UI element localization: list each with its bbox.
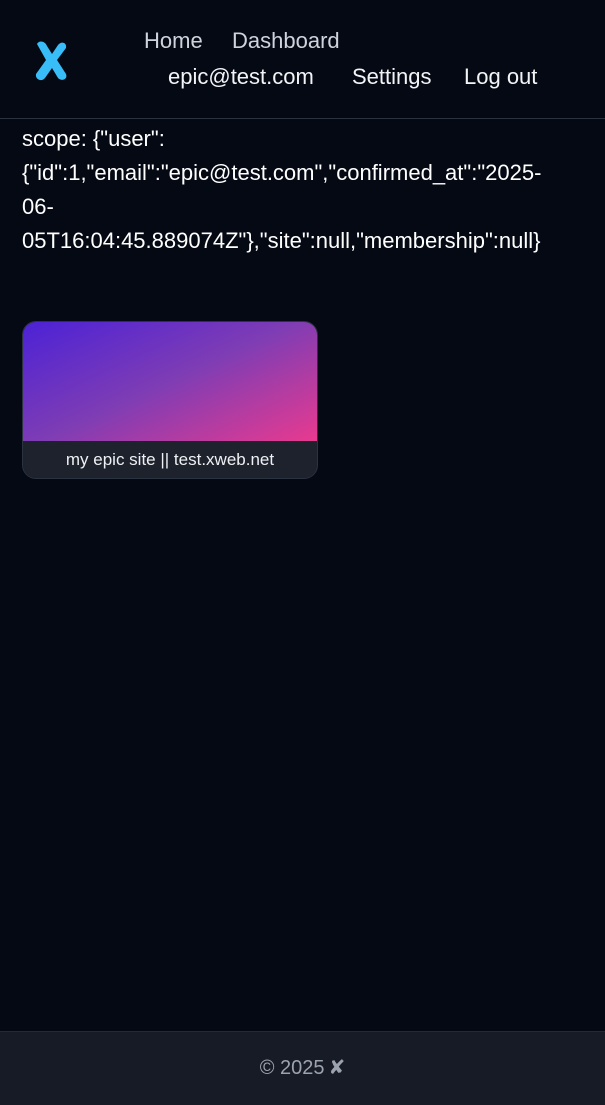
scope-line: scope: {"user": <box>22 126 165 151</box>
nav-logout-link[interactable]: Log out <box>464 64 537 90</box>
site-thumbnail <box>23 322 317 441</box>
page: Home Dashboard epic@test.com Settings Lo… <box>0 0 605 1105</box>
scope-line: {"id":1,"email":"epic@test.com","confirm… <box>22 160 542 185</box>
top-nav: Home Dashboard epic@test.com Settings Lo… <box>0 0 605 119</box>
x-logo-icon[interactable] <box>32 38 72 82</box>
scope-line: 05T16:04:45.889074Z"},"site":null,"membe… <box>22 228 541 253</box>
footer: © 2025 ✘ <box>0 1031 605 1105</box>
nav-dashboard-link[interactable]: Dashboard <box>232 28 340 54</box>
site-caption: my epic site || test.xweb.net <box>23 441 317 478</box>
copyright-text: © 2025 <box>259 1057 325 1079</box>
nav-settings-link[interactable]: Settings <box>352 64 432 90</box>
site-card[interactable]: my epic site || test.xweb.net <box>22 321 318 479</box>
scope-debug-text: scope: {"user": {"id":1,"email":"epic@te… <box>22 122 605 258</box>
scope-line: 06- <box>22 194 54 219</box>
x-mark-icon: ✘ <box>328 1057 346 1079</box>
user-email: epic@test.com <box>168 64 314 89</box>
nav-home-link[interactable]: Home <box>144 28 203 54</box>
